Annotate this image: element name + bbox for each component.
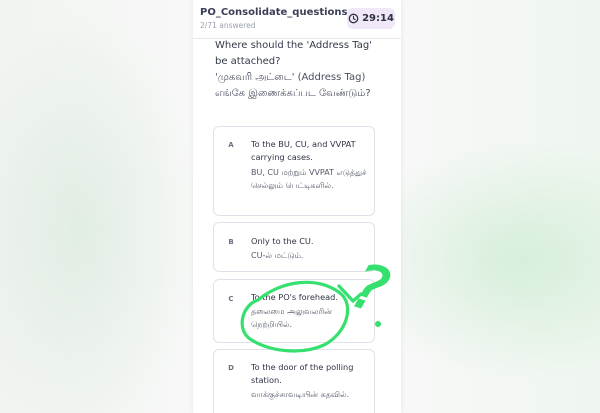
- clock-icon: [348, 13, 359, 24]
- phone-screen: PO_Consolidate_questions 2/71 answered 2…: [193, 0, 401, 413]
- option-letter: B: [228, 238, 234, 246]
- answer-option-a[interactable]: A To the BU, CU, and VVPAT carrying case…: [213, 126, 375, 216]
- timer-badge: 29:14: [347, 8, 395, 29]
- option-text-tamil: தலைமை அலுவலரின் நெற்றியில்.: [251, 307, 332, 329]
- option-text-english: To the door of the polling station.: [251, 362, 354, 385]
- option-text-tamil: CU-ல் மட்டும்.: [251, 251, 304, 260]
- answer-option-b[interactable]: B Only to the CU. CU-ல் மட்டும்.: [213, 222, 375, 272]
- option-letter: A: [228, 141, 234, 149]
- question-text-english: Where should the 'Address Tag' be attach…: [215, 40, 372, 67]
- option-text-english: To the PO's forehead.: [251, 292, 338, 302]
- timer-value: 29:14: [362, 13, 394, 24]
- option-text-tamil: வாக்குச்சாவடியின் கதவில்.: [251, 390, 350, 399]
- answer-option-c[interactable]: C To the PO's forehead. தலைமை அலுவலரின் …: [213, 279, 375, 343]
- answered-count: 2/71 answered: [200, 21, 256, 30]
- option-text-tamil: BU, CU மற்றும் VVPAT எடுத்துச் செல்லும் …: [251, 168, 367, 190]
- answer-option-d[interactable]: D To the door of the polling station. வா…: [213, 349, 375, 413]
- option-text-english: Only to the CU.: [251, 236, 314, 246]
- option-text-english: To the BU, CU, and VVPAT carrying cases.: [251, 139, 356, 162]
- option-letter: D: [228, 364, 234, 372]
- option-letter: C: [228, 295, 234, 303]
- question-text-tamil: 'முகவரி அட்டை' (Address Tag) எங்கே இணைக்…: [215, 72, 371, 99]
- page-title: PO_Consolidate_questions: [200, 7, 348, 18]
- quiz-header: PO_Consolidate_questions 2/71 answered 2…: [193, 0, 401, 39]
